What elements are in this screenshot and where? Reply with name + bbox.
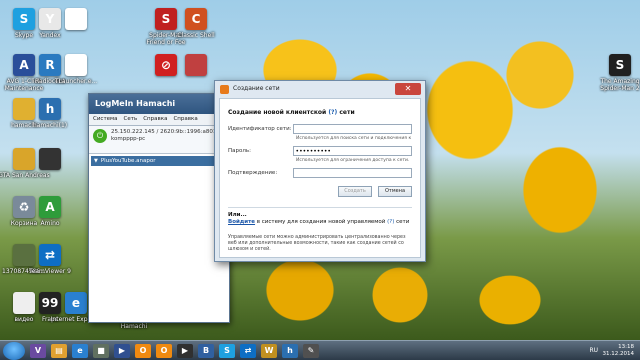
skype-icon[interactable]: S (219, 343, 235, 358)
image-icon (185, 54, 207, 76)
dialog-heading: Создание новой клиентской (?) сети (228, 109, 412, 116)
heading-text-end: сети (337, 109, 355, 116)
document-icon (65, 8, 87, 30)
hamachi-icon[interactable]: h (282, 343, 298, 358)
tool-icon[interactable]: ✎ (303, 343, 319, 358)
ok-icon[interactable]: О (135, 343, 151, 358)
divider (228, 207, 412, 208)
password-label: Пароль: (228, 148, 251, 154)
desktop-icon-label: Amino (40, 220, 60, 227)
login-text-end: сети (394, 219, 410, 225)
clock-time: 13:18 (618, 344, 634, 350)
menu-help-2[interactable]: Справка (173, 116, 197, 123)
expand-icon[interactable]: ▼ (94, 158, 98, 164)
heading-text: Создание новой клиентской (228, 109, 329, 116)
desktop: S Skype A AVG 1-Click Maintenance hamachi GTA… (0, 0, 640, 340)
dialog-titlebar: Создание сети ✕ (215, 81, 425, 97)
password-hint: Используется для ограничения доступа к с… (296, 158, 410, 163)
hamachi-menu: Система Сеть Справка Справка (89, 114, 229, 126)
hamachi-ip: 25.150.222.145 / 2620:9b::1996:a801 (111, 129, 217, 135)
login-line: Войдите в систему для создания новой упр… (228, 219, 412, 225)
confirm-input[interactable] (292, 168, 412, 178)
cancel-button[interactable]: Отмена (378, 186, 412, 197)
game-icon[interactable]: ■ (93, 343, 109, 358)
desktop-icon[interactable]: ⇄ TeamViewer 9 (24, 244, 76, 275)
start-button[interactable] (3, 341, 25, 360)
close-button[interactable]: ✕ (395, 83, 421, 95)
power-icon[interactable]: ⏻ (93, 129, 107, 143)
clock[interactable]: 13:18 31.12.2014 (603, 344, 635, 358)
dialog-body: Создание новой клиентской (?) сети Идент… (219, 98, 421, 258)
or-label: Или... (228, 212, 247, 218)
hamachi-title: LogMeIn Hamachi (89, 94, 229, 114)
desktop-icon-label: The Amazing Spider-Man 2 (600, 78, 640, 92)
vk-icon[interactable]: В (198, 343, 214, 358)
menu-system[interactable]: Система (93, 116, 118, 123)
hamachi-small-icon (220, 85, 229, 94)
login-link[interactable]: Войдите (228, 219, 255, 225)
create-network-dialog: Создание сети ✕ Создание новой клиентско… (214, 80, 426, 262)
managed-description: Управляемые сети можно администрировать … (228, 235, 406, 252)
network-row[interactable]: ▼ PlusYouTube.anapor (91, 156, 227, 166)
winamp-icon[interactable]: W (261, 343, 277, 358)
desktop-icon-label: Classic Shell (177, 32, 215, 39)
desktop-icon[interactable] (170, 54, 222, 78)
menu-help[interactable]: Справка (143, 116, 167, 123)
desktop-icon[interactable] (50, 8, 102, 32)
confirm-label: Подтверждение: (228, 170, 278, 176)
help-link[interactable]: (?) (328, 109, 337, 116)
language-indicator[interactable]: RU (589, 347, 598, 354)
teamviewer-icon: ⇄ (39, 244, 61, 266)
desktop-icon-label: TeamViewer 9 (29, 268, 71, 275)
hamachi-computer: kompppp-pc (111, 136, 146, 142)
network-name: PlusYouTube.anapor (100, 158, 156, 164)
hamachi-window[interactable]: LogMeIn Hamachi Система Сеть Справка Спр… (88, 93, 230, 323)
amino-icon: A (39, 196, 61, 218)
video-icon (39, 148, 61, 170)
desktop-icon-label: GTA San Andreas (0, 172, 50, 179)
clock-date: 31.12.2014 (602, 351, 635, 357)
classic-shell-icon: C (185, 8, 207, 30)
dialog-title: Создание сети (233, 85, 280, 92)
explorer-icon[interactable]: ▤ (51, 343, 67, 358)
desktop-icon[interactable]: C Classic Shell (170, 8, 222, 39)
video-icon[interactable]: ▶ (177, 343, 193, 358)
hamachi-status: ⏻ 25.150.222.145 / 2620:9b::1996:a801 ko… (89, 126, 229, 154)
password-input[interactable] (292, 146, 412, 156)
network-id-label: Идентификатор сети: (228, 126, 292, 132)
teamviewer-icon[interactable]: ⇄ (240, 343, 256, 358)
menu-network[interactable]: Сеть (124, 116, 138, 123)
vs-icon[interactable]: V (30, 343, 46, 358)
network-id-input[interactable] (292, 124, 412, 134)
desktop-icon[interactable]: S The Amazing Spider-Man 2 (594, 54, 640, 92)
document-icon (65, 54, 87, 76)
desktop-icon[interactable] (24, 148, 76, 172)
desktop-icon-label: TLauncher.e... (54, 78, 98, 85)
desktop-icon[interactable]: A Amino (24, 196, 76, 227)
desktop-icon-label: hamachi(1) (32, 122, 68, 129)
network-id-hint: Используется для поиска сети и подключен… (296, 136, 412, 141)
network-list: ▼ PlusYouTube.anapor (89, 154, 229, 322)
ie-icon[interactable]: e (72, 343, 88, 358)
media-icon[interactable]: ▶ (114, 343, 130, 358)
taskbar: V ▤ e ■ ▶ О О ▶ В S ⇄ Wh ✎ RU 13:18 31.12.2014 (0, 340, 640, 360)
desktop-icon[interactable]: h hamachi(1) (24, 98, 76, 129)
desktop-icon[interactable]: TLauncher.e... (50, 54, 102, 85)
ok-icon[interactable]: О (156, 343, 172, 358)
hamachi-icon: h (39, 98, 61, 120)
login-text: в систему для создания новой управляемой (255, 219, 388, 225)
desktop-icon-label: Yandex (39, 32, 61, 39)
spiderman-icon: S (609, 54, 631, 76)
create-button[interactable]: Создать (338, 186, 372, 197)
